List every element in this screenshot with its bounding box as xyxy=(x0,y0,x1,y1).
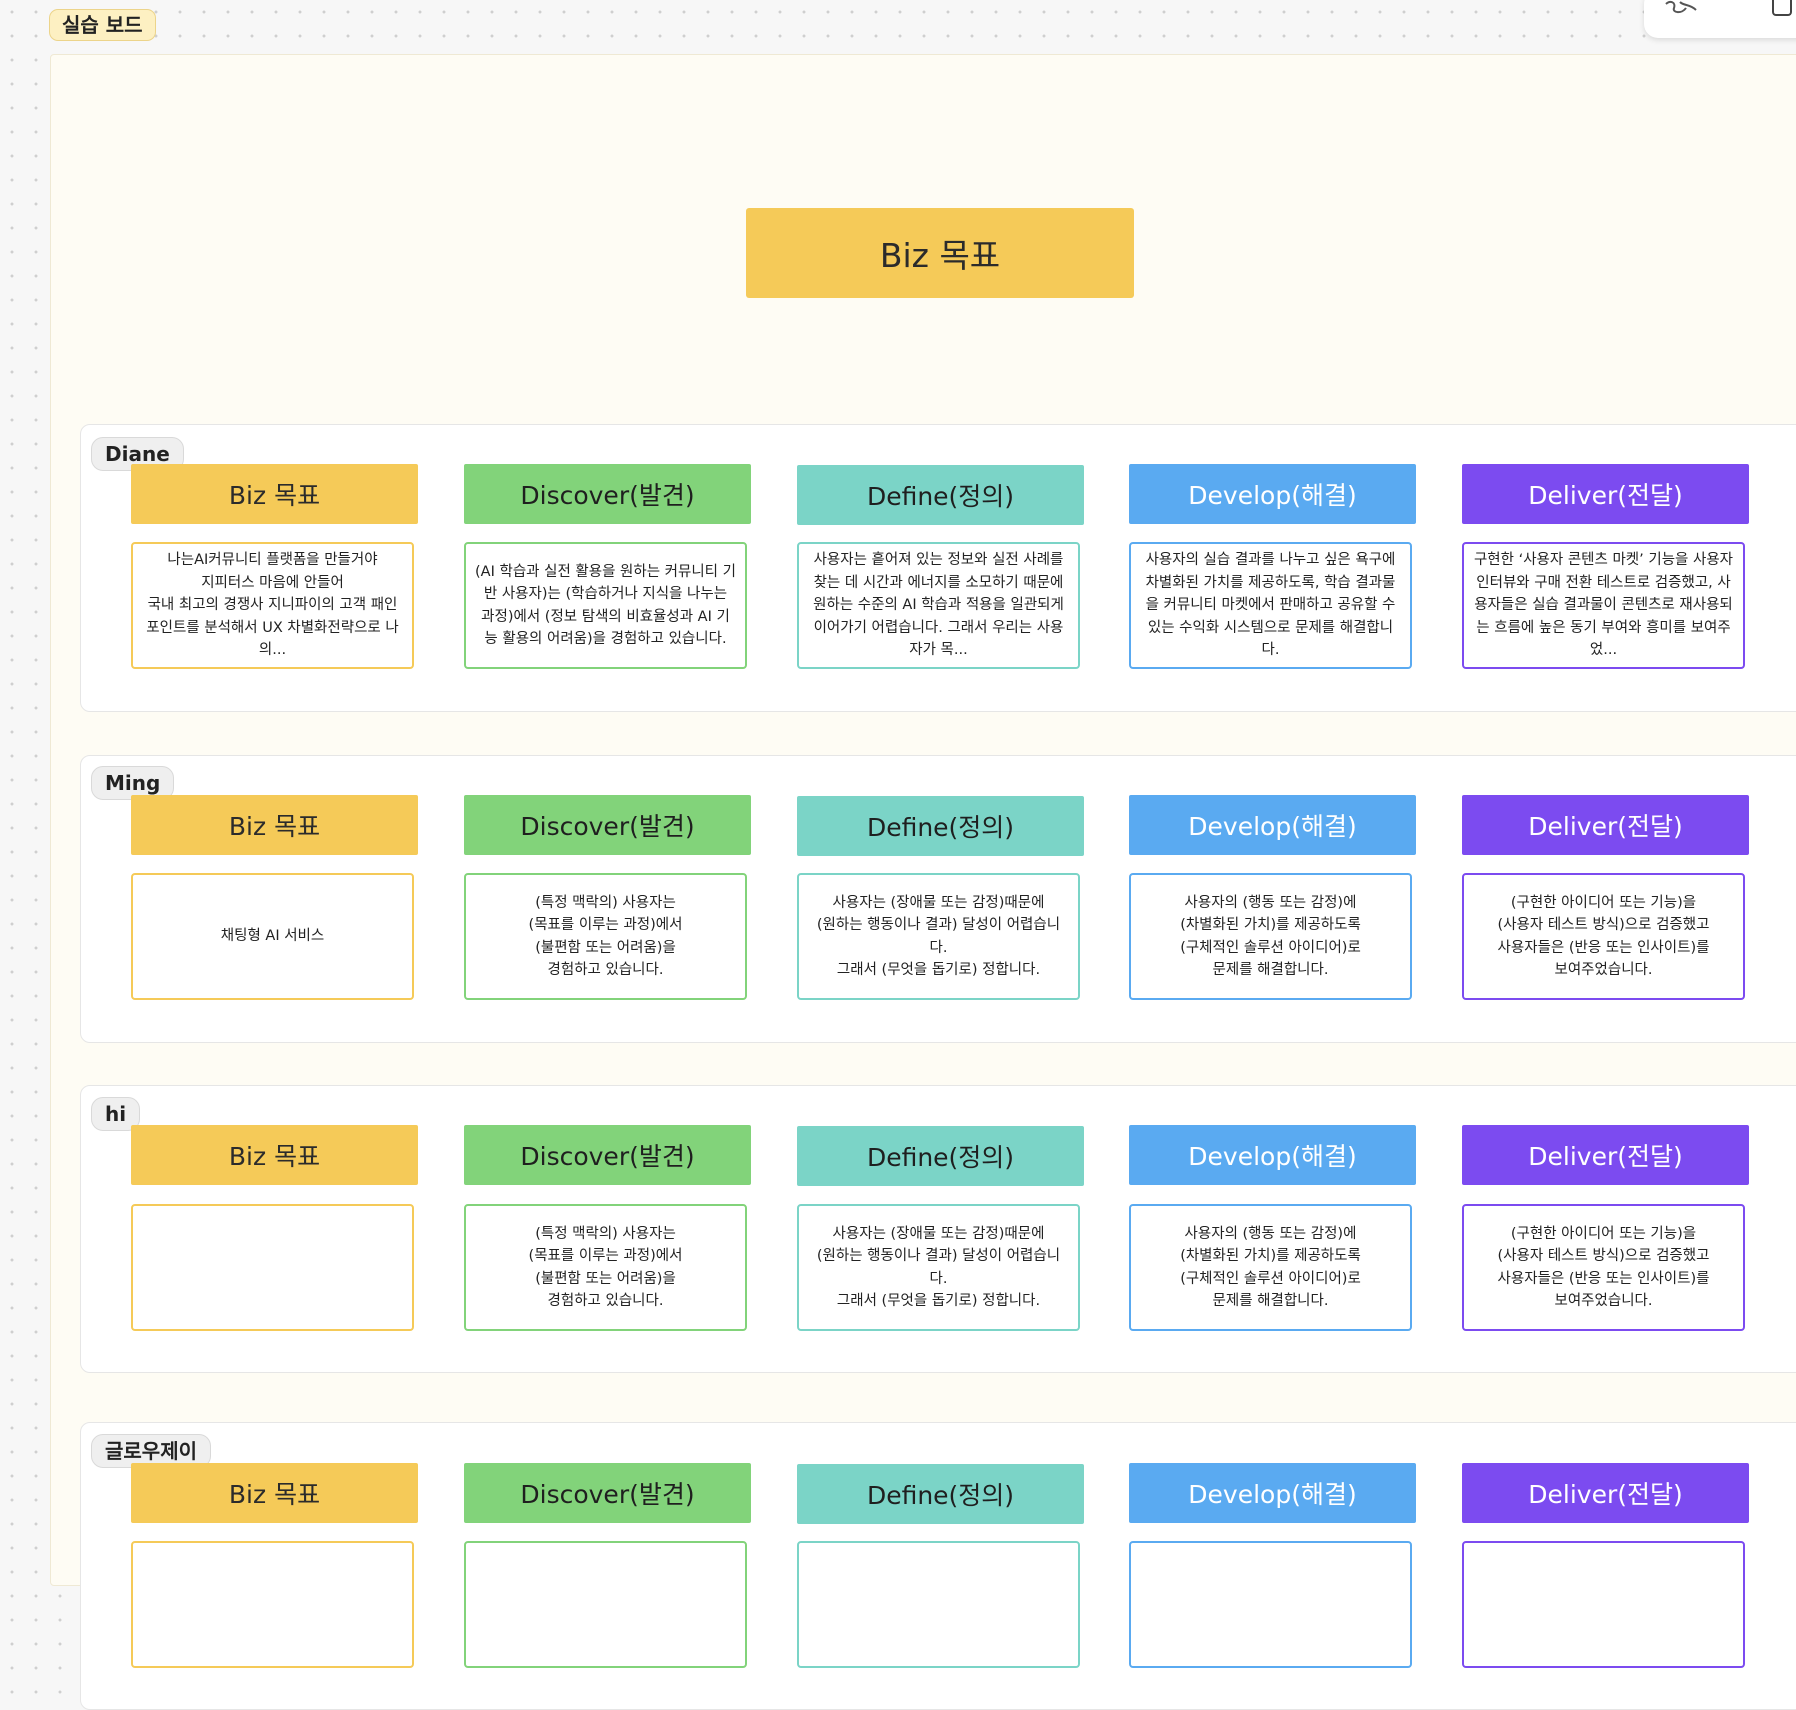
card-biz[interactable] xyxy=(131,1204,414,1331)
card-text: 사용자의 실습 결과를 나누고 싶은 욕구에 차별화된 가치를 제공하도록, 학… xyxy=(1145,552,1396,659)
header-discover[interactable]: Discover(발견) xyxy=(464,795,751,855)
header-develop[interactable]: Develop(해결) xyxy=(1129,1463,1416,1523)
header-define[interactable]: Define(정의) xyxy=(797,465,1084,525)
section-ming: Ming Biz 목표 Discover(발견) Define(정의) Deve… xyxy=(80,755,1796,1043)
header-biz[interactable]: Biz 목표 xyxy=(131,795,418,855)
card-text: (구현한 아이디어 또는 기능)을 (사용자 테스트 방식)으로 검증했고 사용… xyxy=(1497,1225,1710,1310)
card-define[interactable]: 사용자는 (장애물 또는 감정)때문에 (원하는 행동이나 결과) 달성이 어렵… xyxy=(797,1204,1080,1331)
card-text: 사용자는 (장애물 또는 감정)때문에 (원하는 행동이나 결과) 달성이 어렵… xyxy=(816,894,1061,979)
header-deliver[interactable]: Deliver(전달) xyxy=(1462,464,1749,524)
card-develop[interactable] xyxy=(1129,1541,1412,1668)
card-biz[interactable]: 채팅형 AI 서비스 xyxy=(131,873,414,1000)
card-discover[interactable]: (AI 학습과 실전 활용을 원하는 커뮤니티 기반 사용자)는 (학습하거나 … xyxy=(464,542,747,669)
section-glowj: 글로우제이 Biz 목표 Discover(발견) Define(정의) Dev… xyxy=(80,1422,1796,1710)
card-deliver[interactable]: 구현한 ‘사용자 콘텐츠 마켓’ 기능을 사용자 인터뷰와 구매 전환 테스트로… xyxy=(1462,542,1745,669)
scribble-avatar-icon xyxy=(1665,0,1697,14)
header-biz[interactable]: Biz 목표 xyxy=(131,1125,418,1185)
top-toolbar-widget[interactable] xyxy=(1644,0,1796,38)
header-develop[interactable]: Develop(해결) xyxy=(1129,1125,1416,1185)
card-develop[interactable]: 사용자의 (행동 또는 감정)에 (차별화된 가치)를 제공하도록 (구체적인 … xyxy=(1129,873,1412,1000)
header-deliver[interactable]: Deliver(전달) xyxy=(1462,795,1749,855)
card-deliver[interactable] xyxy=(1462,1541,1745,1668)
card-define[interactable]: 사용자는 흩어져 있는 정보와 실전 사례를 찾는 데 시간과 에너지를 소모하… xyxy=(797,542,1080,669)
card-define[interactable]: 사용자는 (장애물 또는 감정)때문에 (원하는 행동이나 결과) 달성이 어렵… xyxy=(797,873,1080,1000)
hero-biz-goal[interactable]: Biz 목표 xyxy=(746,208,1134,298)
card-discover[interactable] xyxy=(464,1541,747,1668)
section-hi: hi Biz 목표 Discover(발견) Define(정의) Develo… xyxy=(80,1085,1796,1373)
header-discover[interactable]: Discover(발견) xyxy=(464,1125,751,1185)
header-discover[interactable]: Discover(발견) xyxy=(464,464,751,524)
card-biz[interactable] xyxy=(131,1541,414,1668)
header-biz[interactable]: Biz 목표 xyxy=(131,1463,418,1523)
card-text: 사용자의 (행동 또는 감정)에 (차별화된 가치)를 제공하도록 (구체적인 … xyxy=(1180,1225,1361,1310)
header-define[interactable]: Define(정의) xyxy=(797,1464,1084,1524)
header-develop[interactable]: Develop(해결) xyxy=(1129,795,1416,855)
card-text: 사용자의 (행동 또는 감정)에 (차별화된 가치)를 제공하도록 (구체적인 … xyxy=(1180,894,1361,979)
section-diane: Diane Biz 목표 Discover(발견) Define(정의) Dev… xyxy=(80,424,1796,712)
window-icon[interactable] xyxy=(1772,0,1792,16)
card-develop[interactable]: 사용자의 실습 결과를 나누고 싶은 욕구에 차별화된 가치를 제공하도록, 학… xyxy=(1129,542,1412,669)
card-develop[interactable]: 사용자의 (행동 또는 감정)에 (차별화된 가치)를 제공하도록 (구체적인 … xyxy=(1129,1204,1412,1331)
card-text: (특정 맥락의) 사용자는 (목표를 이루는 과정)에서 (불편함 또는 어려움… xyxy=(528,1225,683,1310)
header-deliver[interactable]: Deliver(전달) xyxy=(1462,1125,1749,1185)
header-develop[interactable]: Develop(해결) xyxy=(1129,464,1416,524)
card-text: (특정 맥락의) 사용자는 (목표를 이루는 과정)에서 (불편함 또는 어려움… xyxy=(528,894,683,979)
card-define[interactable] xyxy=(797,1541,1080,1668)
card-text: 사용자는 흩어져 있는 정보와 실전 사례를 찾는 데 시간과 에너지를 소모하… xyxy=(813,552,1064,659)
card-biz[interactable]: 나는AI커뮤니티 플랫폼을 만들거야 지피터스 마음에 안들어 국내 최고의 경… xyxy=(131,542,414,669)
card-discover[interactable]: (특정 맥락의) 사용자는 (목표를 이루는 과정)에서 (불편함 또는 어려움… xyxy=(464,1204,747,1331)
card-text: 구현한 ‘사용자 콘텐츠 마켓’ 기능을 사용자 인터뷰와 구매 전환 테스트로… xyxy=(1473,552,1734,659)
header-deliver[interactable]: Deliver(전달) xyxy=(1462,1463,1749,1523)
card-discover[interactable]: (특정 맥락의) 사용자는 (목표를 이루는 과정)에서 (불편함 또는 어려움… xyxy=(464,873,747,1000)
board-label[interactable]: 실습 보드 xyxy=(49,9,156,41)
header-biz[interactable]: Biz 목표 xyxy=(131,464,418,524)
header-define[interactable]: Define(정의) xyxy=(797,796,1084,856)
card-text: (구현한 아이디어 또는 기능)을 (사용자 테스트 방식)으로 검증했고 사용… xyxy=(1497,894,1710,979)
header-define[interactable]: Define(정의) xyxy=(797,1126,1084,1186)
card-deliver[interactable]: (구현한 아이디어 또는 기능)을 (사용자 테스트 방식)으로 검증했고 사용… xyxy=(1462,1204,1745,1331)
header-discover[interactable]: Discover(발견) xyxy=(464,1463,751,1523)
card-text: 채팅형 AI 서비스 xyxy=(220,928,325,945)
card-text: (AI 학습과 실전 활용을 원하는 커뮤니티 기반 사용자)는 (학습하거나 … xyxy=(475,563,736,648)
card-text: 나는AI커뮤니티 플랫폼을 만들거야 지피터스 마음에 안들어 국내 최고의 경… xyxy=(146,552,399,659)
card-deliver[interactable]: (구현한 아이디어 또는 기능)을 (사용자 테스트 방식)으로 검증했고 사용… xyxy=(1462,873,1745,1000)
card-text: 사용자는 (장애물 또는 감정)때문에 (원하는 행동이나 결과) 달성이 어렵… xyxy=(816,1225,1061,1310)
